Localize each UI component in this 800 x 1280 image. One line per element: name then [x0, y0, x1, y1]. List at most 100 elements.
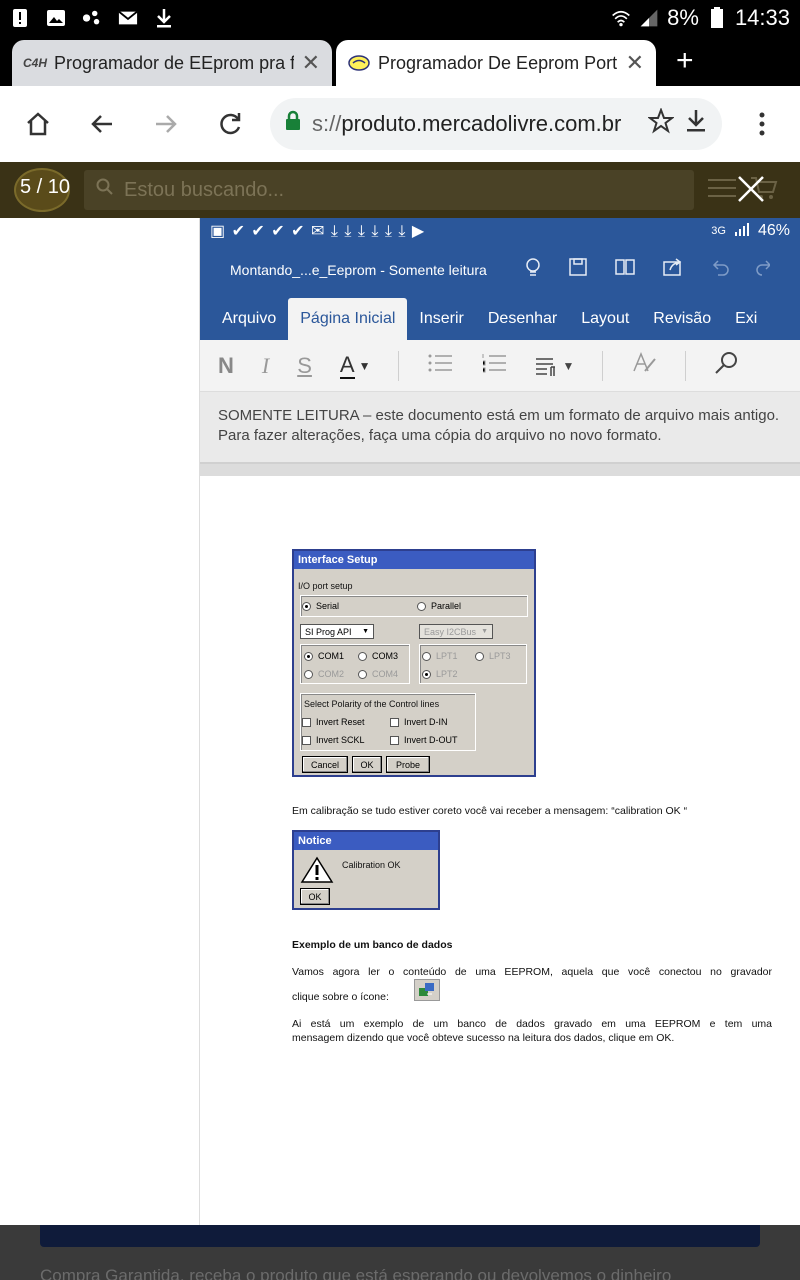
document-page: Interface Setup I/O port setup Serial Pa…	[200, 476, 800, 1225]
polarity-label: Select Polarity of the Control lines	[304, 699, 440, 709]
paragraph-1-line-2: clique sobre o ícone:	[292, 991, 389, 1003]
tab-exibir[interactable]: Exi	[723, 310, 769, 340]
com1-radio: COM1	[304, 651, 344, 661]
alert-icon	[10, 8, 30, 28]
lpt1-radio: LPT1	[422, 651, 458, 661]
battery-icon	[707, 7, 727, 28]
warning-icon	[300, 856, 334, 886]
background-footer-text: Compra Garantida, receba o produto que e…	[40, 1266, 672, 1280]
save-icon[interactable]	[568, 257, 588, 284]
dropdown-caret-icon: ▼	[358, 358, 371, 373]
signal-icon	[639, 8, 659, 28]
tab-pagina-inicial[interactable]: Página Inicial	[288, 298, 408, 340]
serial-radio: Serial	[302, 601, 339, 611]
paragraph-format-icon[interactable]: ▼	[535, 355, 574, 377]
bullet-list-icon[interactable]	[427, 352, 453, 380]
word-ribbon-toolbar: N I S A ▼ ▼	[200, 340, 800, 392]
back-arrow-icon[interactable]	[78, 100, 126, 148]
serial-api-select: SI Prog API ▼	[300, 624, 374, 639]
section-title: Exemplo de um banco de dados	[292, 939, 453, 951]
tab-desenhar[interactable]: Desenhar	[476, 310, 569, 340]
address-bar[interactable]: s://produto.mercadolivre.com.br	[270, 98, 722, 150]
forward-arrow-icon[interactable]	[142, 100, 190, 148]
background-banner	[40, 1225, 760, 1247]
browser-tab-1[interactable]: C4H Programador de EEprom pra f ✕	[12, 40, 332, 86]
read-mode-icon[interactable]	[614, 257, 636, 284]
cancel-button: Cancel	[302, 756, 348, 773]
signal-icon	[734, 222, 750, 241]
lightbulb-icon[interactable]	[524, 257, 542, 284]
parallel-api-select: Easy I2CBus ▼	[419, 624, 493, 639]
dialog-caption: Interface Setup	[294, 551, 534, 569]
notice-line-2: Para fazer alterações, faça uma cópia do…	[218, 427, 662, 444]
italic-button[interactable]: I	[262, 353, 269, 379]
invert-din-checkbox: Invert D-IN	[390, 717, 448, 727]
lpt2-radio: LPT2	[422, 669, 458, 679]
tab-arquivo[interactable]: Arquivo	[210, 310, 288, 340]
tab-close-icon[interactable]: ✕	[302, 50, 320, 76]
tab-inserir[interactable]: Inserir	[407, 310, 475, 340]
share-icon[interactable]	[662, 257, 684, 284]
tab-close-icon[interactable]: ✕	[626, 50, 644, 76]
clock: 14:33	[734, 5, 790, 30]
tab-layout[interactable]: Layout	[569, 310, 641, 340]
tab-title: Programador de EEprom pra f	[54, 52, 294, 73]
url-text: s://produto.mercadolivre.com.br	[312, 111, 622, 136]
ok-button: OK	[352, 756, 382, 773]
lightbox-image: ▣ ✔ ✔ ✔ ✔ ✉ ⤓ ⤓ ⤓ ⤓ ⤓ ⤓ ▶ 3G 46% Montand…	[200, 218, 800, 1225]
paragraph-2-line-1: Ai está um exemplo de um banco de dados …	[292, 1018, 772, 1030]
styles-icon[interactable]	[631, 351, 657, 381]
wifi-icon	[611, 8, 631, 28]
numbered-list-icon[interactable]	[481, 352, 507, 380]
paragraph-2-line-2: mensagem dizendo que você obteve sucesso…	[292, 1032, 675, 1044]
browser-tab-2[interactable]: Programador De Eeprom Port ✕	[336, 40, 656, 86]
font-color-button[interactable]: A ▼	[339, 352, 371, 379]
com3-radio: COM3	[358, 651, 398, 661]
dots-icon	[82, 8, 102, 28]
site-header: Estou buscando...	[0, 162, 800, 218]
android-status-bar: 8% 14:33	[0, 0, 800, 36]
battery-percent: 46%	[757, 222, 790, 239]
com2-radio: COM2	[304, 669, 344, 679]
undo-icon[interactable]	[710, 257, 730, 284]
word-ribbon-tabs: Arquivo Página Inicial Inserir Desenhar …	[200, 296, 800, 340]
search-icon[interactable]	[714, 350, 740, 382]
image-icon	[46, 8, 66, 28]
invert-dout-checkbox: Invert D-OUT	[390, 735, 458, 745]
notice-line-1: SOMENTE LEITURA – este documento está em…	[218, 407, 780, 424]
invert-reset-checkbox: Invert Reset	[302, 717, 365, 727]
redo-icon[interactable]	[756, 257, 772, 284]
lock-icon	[284, 110, 302, 138]
notice-dialog-image: Notice Calibration OK OK	[292, 830, 440, 910]
com4-radio: COM4	[358, 669, 398, 679]
lightbox-counter: 5 / 10	[20, 176, 71, 198]
notification-icons: ▣ ✔ ✔ ✔ ✔ ✉ ⤓ ⤓ ⤓ ⤓ ⤓ ⤓ ▶	[210, 223, 426, 240]
invert-sckl-checkbox: Invert SCKL	[302, 735, 365, 745]
bold-button[interactable]: N	[218, 353, 234, 379]
site-favicon-icon: C4H	[23, 56, 48, 70]
calibration-text: Em calibração se tudo estiver coreto voc…	[292, 805, 688, 817]
browser-toolbar: s://produto.mercadolivre.com.br	[0, 86, 800, 162]
home-icon[interactable]	[14, 100, 62, 148]
tab-title: Programador De Eeprom Port	[378, 52, 618, 73]
hamburger-menu-icon[interactable]	[708, 177, 736, 204]
lightbox-close-icon[interactable]	[736, 174, 766, 204]
battery-percent: 8%	[667, 5, 699, 30]
parallel-radio: Parallel	[417, 601, 461, 611]
new-tab-plus-icon[interactable]: +	[676, 44, 694, 78]
site-search-input[interactable]: Estou buscando...	[84, 170, 694, 210]
download-page-icon[interactable]	[684, 108, 708, 140]
star-bookmark-icon[interactable]	[647, 107, 675, 140]
search-icon	[96, 178, 114, 202]
notice-caption: Notice	[294, 832, 438, 850]
notice-message: Calibration OK	[342, 860, 401, 870]
probe-button: Probe	[386, 756, 430, 773]
interface-setup-dialog-image: Interface Setup I/O port setup Serial Pa…	[292, 549, 536, 777]
reload-icon[interactable]	[206, 100, 254, 148]
strikethrough-button[interactable]: S	[297, 353, 312, 379]
browser-tab-strip: C4H Programador de EEprom pra f ✕ Progra…	[0, 36, 800, 86]
io-port-setup-label: I/O port setup	[298, 581, 353, 591]
lightbox-gutter	[0, 218, 200, 1225]
tab-revisao[interactable]: Revisão	[641, 310, 723, 340]
overflow-menu-icon[interactable]	[738, 100, 786, 148]
